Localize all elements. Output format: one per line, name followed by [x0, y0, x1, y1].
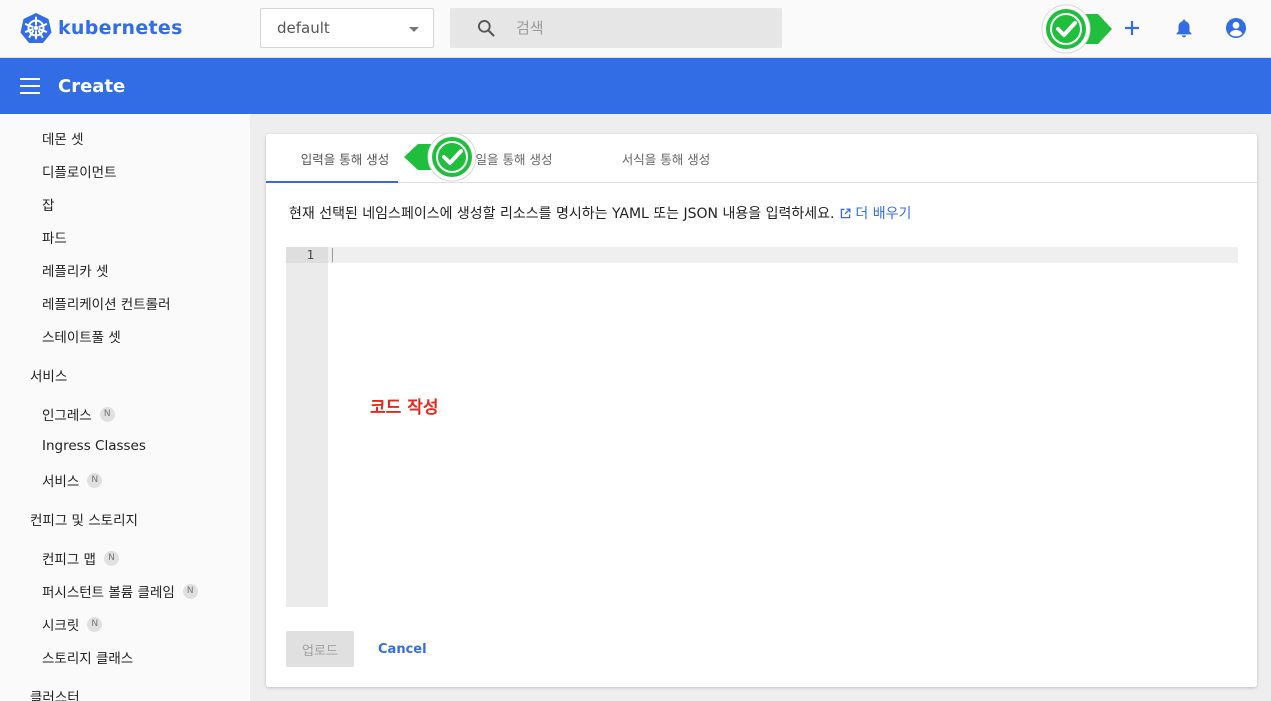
sidebar-item-replication-controllers[interactable]: 레플리케이션 컨트롤러	[42, 293, 171, 313]
search-icon	[478, 20, 495, 37]
cancel-button[interactable]: Cancel	[366, 631, 439, 667]
tab-create-from-form[interactable]: 서식을 통해 생성	[606, 134, 726, 183]
text-cursor	[332, 248, 333, 262]
upload-button[interactable]: 업로드	[286, 631, 354, 667]
sidebar-section-config-storage[interactable]: 컨피그 및 스토리지	[30, 509, 138, 529]
add-icon	[1125, 21, 1139, 35]
sidebar-item-replica-sets[interactable]: 레플리카 셋	[42, 260, 108, 280]
hamburger-menu-icon[interactable]	[20, 78, 40, 94]
active-line-highlight	[328, 247, 1238, 263]
sidebar: 데몬 셋 디플로이먼트 잡 파드 레플리카 셋 레플리케이션 컨트롤러 스테이트…	[0, 114, 250, 701]
search-box[interactable]	[450, 8, 782, 48]
namespace-select[interactable]: default	[260, 8, 434, 48]
sidebar-item-ingresses[interactable]: 인그레스 N	[42, 404, 115, 424]
logo[interactable]: kubernetes	[20, 12, 183, 44]
namespaced-badge: N	[87, 472, 103, 488]
add-button[interactable]	[1118, 14, 1146, 42]
account-button[interactable]	[1222, 14, 1250, 42]
sidebar-item-stateful-sets[interactable]: 스테이트풀 셋	[42, 326, 121, 346]
check-annotation-icon	[404, 132, 477, 182]
namespaced-badge: N	[182, 583, 198, 599]
namespaced-badge: N	[99, 406, 115, 422]
create-card: 입력을 통해 생성 일을 통해 생성 서식을 통해 생성 현재 선택된 네임스페…	[266, 132, 1257, 687]
bell-icon	[1176, 19, 1192, 38]
brand-name: kubernetes	[58, 17, 183, 39]
kubernetes-logo-icon	[20, 13, 52, 43]
check-annotation-icon	[1041, 4, 1112, 54]
sidebar-section-cluster[interactable]: 클러스터	[30, 686, 80, 701]
sidebar-item-persistent-volume-claims[interactable]: 퍼시스턴트 볼륨 클레임 N	[42, 581, 198, 601]
sidebar-item-pods[interactable]: 파드	[42, 227, 67, 247]
code-editor[interactable]: 1 코드 작성	[286, 247, 1238, 607]
create-description: 현재 선택된 네임스페이스에 생성할 리소스를 명시하는 YAML 또는 JSO…	[289, 203, 911, 223]
external-link-icon	[841, 207, 851, 218]
sidebar-item-deployments[interactable]: 디플로이먼트	[42, 161, 117, 181]
page-header: Create	[0, 58, 1271, 114]
sidebar-item-config-maps[interactable]: 컨피그 맵N	[42, 548, 119, 568]
sidebar-item-jobs[interactable]: 잡	[42, 194, 54, 214]
account-icon	[1226, 18, 1246, 38]
namespaced-badge: N	[87, 616, 103, 632]
code-annotation-label: 코드 작성	[370, 398, 439, 418]
tab-create-from-input[interactable]: 입력을 통해 생성	[266, 134, 424, 183]
editor-gutter: 1	[286, 247, 328, 607]
namespaced-badge: N	[103, 550, 119, 566]
sidebar-item-daemon-sets[interactable]: 데몬 셋	[42, 128, 84, 148]
learn-more-link[interactable]: 더 배우기	[840, 203, 911, 223]
sidebar-section-service[interactable]: 서비스	[30, 365, 67, 385]
top-bar: kubernetes default	[0, 0, 1271, 58]
sidebar-item-storage-classes[interactable]: 스토리지 클래스	[42, 647, 133, 667]
sidebar-item-services[interactable]: 서비스 N	[42, 470, 103, 490]
chevron-down-icon	[409, 27, 419, 32]
active-tab-indicator	[266, 181, 398, 183]
line-number: 1	[306, 248, 314, 262]
page-title: Create	[58, 75, 126, 97]
namespace-value: default	[277, 19, 330, 37]
search-input[interactable]	[516, 19, 756, 37]
sidebar-item-ingress-classes[interactable]: Ingress Classes	[42, 438, 146, 454]
top-actions	[1118, 14, 1250, 42]
sidebar-item-secrets[interactable]: 시크릿 N	[42, 614, 103, 634]
notifications-button[interactable]	[1170, 14, 1198, 42]
